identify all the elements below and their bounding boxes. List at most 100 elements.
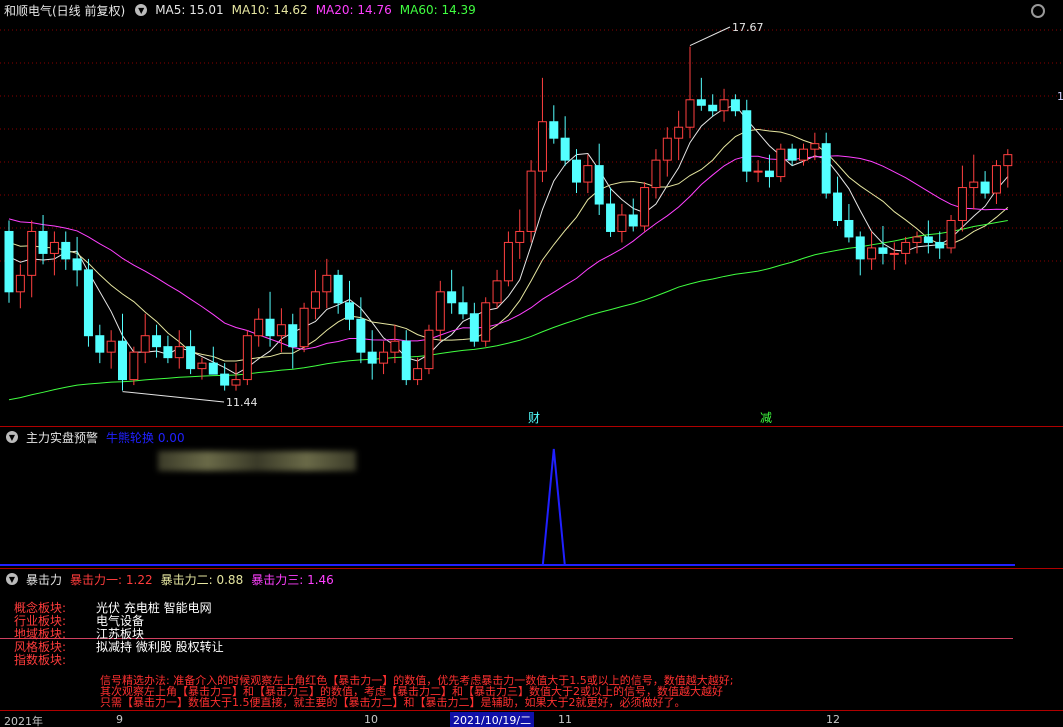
time-label-year: 2021年 bbox=[4, 715, 43, 727]
price-leader-line bbox=[122, 391, 225, 403]
candle-down bbox=[208, 362, 218, 375]
indicator2-title[interactable]: 暴击力 bbox=[26, 571, 62, 588]
candle-down bbox=[764, 170, 774, 178]
candle-down bbox=[152, 335, 162, 348]
candle-up bbox=[617, 214, 627, 232]
candle-down bbox=[628, 214, 638, 227]
candle-down bbox=[265, 318, 275, 337]
candle-up bbox=[129, 351, 139, 381]
candle-up bbox=[776, 148, 786, 178]
time-label-month: 11 bbox=[558, 713, 572, 726]
candle-up bbox=[27, 230, 37, 276]
candle-down bbox=[821, 143, 831, 194]
candle-up bbox=[867, 247, 877, 260]
candle-down bbox=[787, 148, 797, 161]
kline-chart[interactable]: 17.67 11.44 财 减 1 bbox=[0, 0, 1063, 426]
candle-up bbox=[197, 362, 207, 370]
candle-up bbox=[515, 230, 525, 243]
candle-down bbox=[923, 236, 933, 243]
candle-down bbox=[401, 340, 411, 381]
candle-up bbox=[753, 170, 763, 173]
low-price-label: 11.44 bbox=[226, 396, 258, 409]
candle-down bbox=[333, 274, 343, 304]
time-label-month: 10 bbox=[364, 713, 378, 726]
bjl2-readout: 暴击力二: 0.88 bbox=[160, 572, 244, 587]
candle-down bbox=[878, 247, 888, 254]
indicator1-chart[interactable] bbox=[0, 427, 1063, 569]
candle-down bbox=[708, 104, 718, 112]
candle-up bbox=[651, 159, 661, 189]
candle-up bbox=[537, 121, 547, 172]
selected-date[interactable]: 2021/10/19/二 bbox=[450, 712, 535, 727]
candle-up bbox=[106, 340, 116, 353]
candle-down bbox=[844, 219, 854, 238]
candle-down bbox=[572, 159, 581, 183]
candle-up bbox=[424, 329, 434, 370]
time-label-month: 9 bbox=[116, 713, 123, 726]
candle-down bbox=[560, 137, 570, 161]
sector-info: 概念板块: 光伏 充电桩 智能电网 行业板块: 电气设备 地域板块: 江苏板块 风格板… bbox=[14, 602, 224, 667]
candle-down bbox=[345, 302, 354, 320]
candle-down bbox=[935, 241, 945, 249]
candle-down bbox=[980, 181, 990, 194]
candle-down bbox=[606, 203, 616, 232]
candle-down bbox=[118, 340, 127, 381]
candle-down bbox=[356, 318, 366, 353]
candle-up bbox=[492, 280, 502, 304]
candle-down bbox=[594, 165, 604, 205]
time-label-month: 12 bbox=[826, 713, 840, 726]
candle-up bbox=[299, 307, 309, 348]
candle-down bbox=[367, 351, 377, 364]
candle-down bbox=[447, 291, 457, 304]
candle-up bbox=[254, 318, 264, 337]
candle-up bbox=[946, 219, 956, 249]
marker-jian[interactable]: 减 bbox=[760, 411, 772, 425]
candle-up bbox=[390, 340, 400, 353]
candle-down bbox=[220, 373, 230, 386]
candle-up bbox=[231, 379, 241, 386]
bjl3-readout: 暴击力三: 1.46 bbox=[251, 572, 334, 587]
candle-up bbox=[310, 291, 320, 309]
kline-panel[interactable]: 和顺电气(日线 前复权) ▼ MA5: 15.01 MA10: 14.62 MA… bbox=[0, 0, 1063, 426]
candle-up bbox=[1003, 154, 1013, 167]
candle-up bbox=[322, 274, 332, 293]
sector-row: 指数板块: bbox=[14, 653, 67, 667]
candle-up bbox=[140, 335, 150, 353]
candle-up bbox=[435, 291, 445, 331]
candle-up bbox=[481, 302, 491, 342]
candle-up bbox=[719, 99, 729, 112]
candle-up bbox=[503, 241, 513, 282]
candle-up bbox=[799, 148, 808, 161]
candle-up bbox=[583, 165, 593, 183]
chevron-down-icon[interactable]: ▼ bbox=[6, 573, 18, 585]
signal-peak-line bbox=[541, 448, 566, 566]
strategy-line: 只需【暴击力一】数值大于1.5便直接，就主要的【暴击力二】和【暴击力二】是辅助，… bbox=[100, 696, 686, 709]
candle-up bbox=[889, 252, 899, 255]
candle-up bbox=[912, 236, 922, 243]
candle-down bbox=[4, 230, 14, 293]
candle-up bbox=[526, 170, 536, 232]
candle-down bbox=[163, 346, 173, 359]
candle-down bbox=[730, 99, 740, 112]
candle-down bbox=[83, 269, 93, 337]
candle-up bbox=[242, 335, 252, 381]
candle-up bbox=[276, 324, 286, 337]
candle-up bbox=[174, 346, 184, 359]
candle-down bbox=[95, 335, 105, 353]
candle-down bbox=[186, 346, 196, 370]
indicator1-panel[interactable]: ▼ 主力实盘预警 牛熊轮换 0.00 bbox=[0, 426, 1063, 568]
candle-down bbox=[61, 241, 71, 260]
candle-up bbox=[957, 187, 967, 221]
candle-down bbox=[469, 313, 479, 342]
candle-up bbox=[640, 187, 650, 227]
time-axis[interactable]: 2021年 9 10 2021/10/19/二 11 12 bbox=[0, 710, 1063, 727]
marker-cai[interactable]: 财 bbox=[528, 411, 540, 425]
indicator2-header: ▼ 暴击力 暴击力一: 1.22 暴击力二: 0.88 暴击力三: 1.46 bbox=[4, 569, 334, 589]
candle-down bbox=[855, 236, 865, 260]
candle-down bbox=[458, 302, 468, 315]
candle-up bbox=[674, 126, 684, 139]
candle-up bbox=[662, 137, 672, 161]
candle-up bbox=[379, 351, 389, 364]
strategy-text: 信号精选办法: 准备介入的时候观察左上角红色【暴击力一】的数值，优先考虑暴击力一… bbox=[100, 675, 800, 708]
high-price-label: 17.67 bbox=[732, 21, 764, 34]
